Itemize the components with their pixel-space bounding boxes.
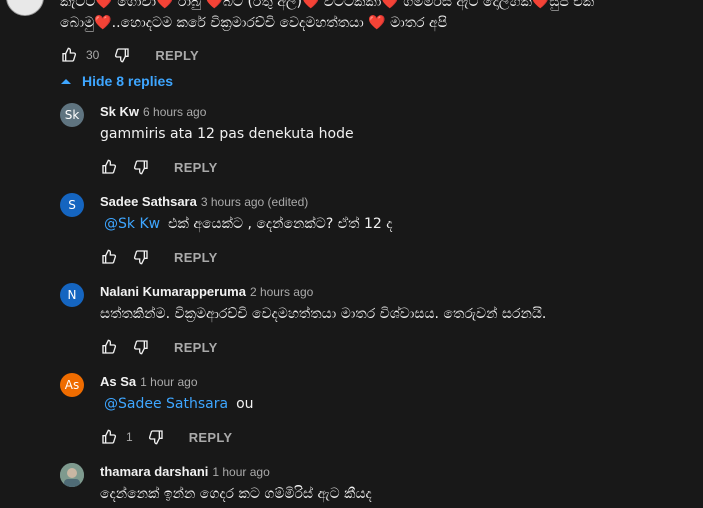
hide-replies-button[interactable]: Hide 8 replies: [60, 73, 173, 89]
author-name[interactable]: Sk Kw: [100, 104, 139, 119]
author-name[interactable]: Sadee Sathsara: [100, 194, 197, 209]
reply-button[interactable]: REPLY: [155, 48, 199, 63]
reply-header: Nalani Kumarapperuma 2 hours ago: [100, 284, 313, 299]
top-comment-text-line1: කැටට❤️ ගෝවා❤️ රාබු ❤️බිට (රතු අල)❤️ වට්ට…: [60, 0, 595, 10]
author-name[interactable]: thamara darshani: [100, 464, 208, 479]
timestamp[interactable]: 3 hours ago (edited): [201, 195, 308, 209]
like-icon[interactable]: [100, 158, 118, 176]
like-count: 30: [86, 48, 100, 62]
reply-header: Sadee Sathsara 3 hours ago (edited): [100, 194, 308, 209]
mention-link[interactable]: @Sadee Sathsara: [104, 396, 228, 412]
profile-photo-icon: [60, 463, 84, 487]
reply-button[interactable]: REPLY: [189, 430, 233, 445]
top-comment-avatar[interactable]: [6, 0, 44, 16]
top-comment-text-line2: බොමු❤️..හොදටම කරේ වික්‍රමාරච්චි වෙදමහත්ත…: [60, 15, 448, 31]
like-icon[interactable]: [60, 46, 78, 64]
timestamp[interactable]: 1 hour ago: [212, 465, 269, 479]
reply-text: gammiris ata 12 pas denekuta hode: [100, 126, 354, 142]
reply-actions: REPLY: [100, 157, 218, 177]
reply-text: දෙන්නෙක් ඉන්න ගෙදර කට ගම්මිරිස් ඇට කීයද: [100, 486, 372, 502]
like-icon[interactable]: [100, 248, 118, 266]
avatar[interactable]: As: [60, 373, 84, 397]
hide-replies-label: Hide 8 replies: [82, 73, 174, 89]
timestamp[interactable]: 6 hours ago: [143, 105, 206, 119]
dislike-icon[interactable]: [147, 428, 165, 446]
reply-header: As Sa 1 hour ago: [100, 374, 198, 389]
reply-text-row: @Sk Kw එක් අයෙක්ට , දෙන්නෙක්ට? ඒත් 12 ද: [100, 216, 392, 232]
like-icon[interactable]: [100, 428, 118, 446]
mention-link[interactable]: @Sk Kw: [104, 216, 160, 232]
reply-actions: REPLY: [100, 337, 218, 357]
reply-text: එක් අයෙක්ට , දෙන්නෙක්ට? ඒත් 12 ද: [168, 216, 393, 232]
author-name[interactable]: Nalani Kumarapperuma: [100, 284, 246, 299]
avatar[interactable]: Sk: [60, 103, 84, 127]
avatar[interactable]: N: [60, 283, 84, 307]
reply-text: සත්තකින්ම. වික්‍රමආරච්චි වෙදමහත්තයා මාතර…: [100, 306, 547, 322]
top-comment-actions: 30 REPLY: [60, 45, 199, 65]
reply-text: ou: [236, 396, 254, 412]
avatar[interactable]: S: [60, 193, 84, 217]
reply-button[interactable]: REPLY: [174, 160, 218, 175]
timestamp[interactable]: 2 hours ago: [250, 285, 313, 299]
like-count: 1: [126, 430, 133, 444]
dislike-icon[interactable]: [132, 158, 150, 176]
like-icon[interactable]: [100, 338, 118, 356]
author-name[interactable]: As Sa: [100, 374, 136, 389]
chevron-up-icon: [61, 79, 71, 84]
reply-actions: REPLY: [100, 247, 218, 267]
reply-header: Sk Kw 6 hours ago: [100, 104, 206, 119]
reply-text-row: @Sadee Sathsara ou: [100, 396, 254, 412]
reply-header: thamara darshani 1 hour ago: [100, 464, 270, 479]
reply-button[interactable]: REPLY: [174, 340, 218, 355]
dislike-icon[interactable]: [132, 338, 150, 356]
timestamp[interactable]: 1 hour ago: [140, 375, 197, 389]
dislike-icon[interactable]: [113, 46, 131, 64]
reply-actions: 1 REPLY: [100, 427, 232, 447]
avatar[interactable]: [60, 463, 84, 487]
reply-button[interactable]: REPLY: [174, 250, 218, 265]
dislike-icon[interactable]: [132, 248, 150, 266]
